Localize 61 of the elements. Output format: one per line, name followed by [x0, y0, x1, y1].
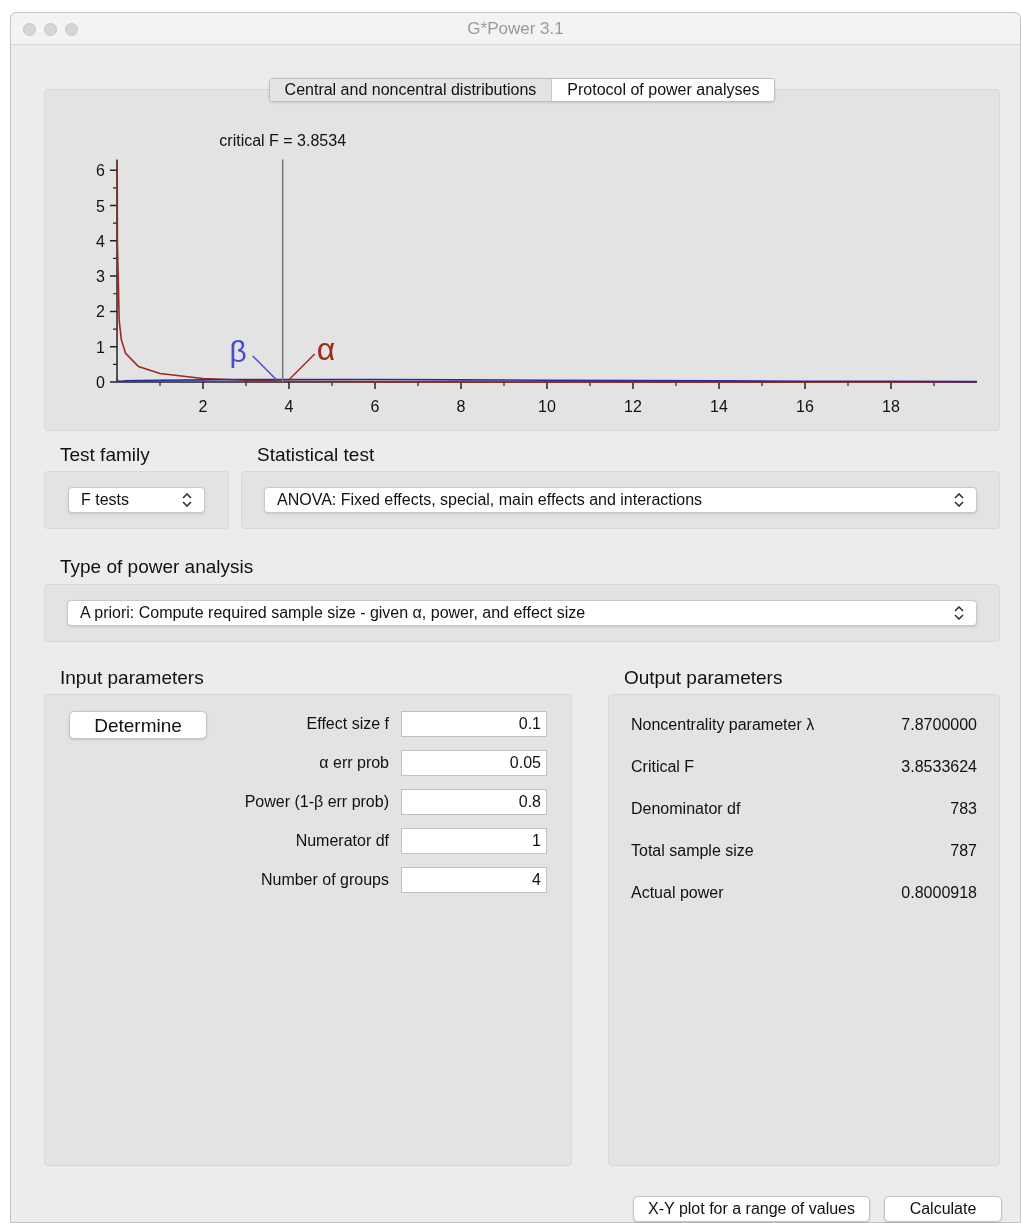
section-label: Type of power analysis: [60, 555, 255, 579]
y-tick-label: 3: [96, 267, 105, 285]
field-label: Effect size f: [306, 714, 389, 734]
window-title: G*Power 3.1: [467, 17, 564, 40]
alpha-label: α: [316, 330, 336, 367]
beta-label: β: [229, 334, 247, 368]
y-tick-label: 0: [96, 373, 105, 391]
determine-button[interactable]: Determine: [69, 711, 207, 739]
minimize-button[interactable]: [44, 23, 57, 36]
zoom-button[interactable]: [65, 23, 78, 36]
x-tick-label: 4: [284, 397, 294, 415]
up-down-chevron-icon: [954, 605, 964, 620]
x-tick-label: 6: [370, 397, 380, 415]
x-tick-label: 16: [796, 397, 814, 415]
y-tick-label: 4: [96, 232, 105, 250]
test-family-dropdown[interactable]: F tests: [68, 487, 205, 513]
x-tick-label: 14: [710, 397, 728, 415]
field-label: Numerator df: [295, 831, 389, 851]
x-tick-label: 18: [882, 397, 900, 415]
x-tick-label: 12: [624, 397, 642, 415]
x-tick-label: 2: [198, 397, 208, 415]
section-label: Output parameters: [624, 665, 784, 690]
up-down-chevron-icon: [182, 493, 192, 507]
y-tick-label: 2: [96, 302, 105, 320]
output-value: 0.8000918: [901, 883, 977, 903]
action-button[interactable]: Calculate: [884, 1196, 1002, 1222]
section-label: Test family: [60, 442, 151, 467]
input-field[interactable]: 0.1: [401, 711, 547, 737]
field-label: Power (1-β err prob): [244, 792, 389, 812]
tab[interactable]: Protocol of power analyses: [551, 78, 775, 101]
leader-line: [252, 354, 278, 381]
output-value: 787: [950, 841, 977, 861]
critical-value-label: critical F = 3.8534: [219, 131, 347, 149]
field-label: Number of groups: [260, 870, 389, 890]
x-tick-label: 10: [538, 397, 556, 415]
input-field[interactable]: 0.8: [401, 789, 547, 815]
output-label: Critical F: [631, 757, 695, 777]
output-label: Noncentrality parameter λ: [631, 715, 815, 735]
y-tick-label: 1: [96, 338, 105, 356]
output-value: 7.8700000: [901, 715, 977, 735]
tab[interactable]: Central and noncentral distributions: [269, 78, 552, 101]
output-label: Denominator df: [631, 799, 741, 819]
action-button[interactable]: X-Y plot for a range of values: [633, 1196, 870, 1222]
section-label: Statistical test: [257, 442, 376, 467]
up-down-chevron-icon: [954, 493, 964, 507]
input-field[interactable]: 0.05: [401, 750, 547, 776]
statistical-test-dropdown[interactable]: ANOVA: Fixed effects, special, main effects and interactions: [264, 487, 977, 513]
input-field[interactable]: 1: [401, 828, 547, 854]
leader-line: [288, 352, 316, 381]
output-value: 783: [950, 799, 977, 819]
section-label: Input parameters: [60, 665, 205, 690]
close-button[interactable]: [23, 23, 36, 36]
y-tick-label: 5: [96, 197, 105, 214]
output-label: Total sample size: [631, 841, 754, 861]
x-tick-label: 8: [456, 397, 466, 415]
output-value: 3.8533624: [901, 757, 977, 777]
output-label: Actual power: [631, 883, 724, 903]
field-label: α err prob: [319, 753, 389, 773]
y-tick-label: 6: [96, 161, 105, 179]
power-analysis-dropdown[interactable]: A priori: Compute required sample size - given α, power, and effect size: [67, 599, 977, 626]
input-field[interactable]: 4: [401, 867, 547, 893]
